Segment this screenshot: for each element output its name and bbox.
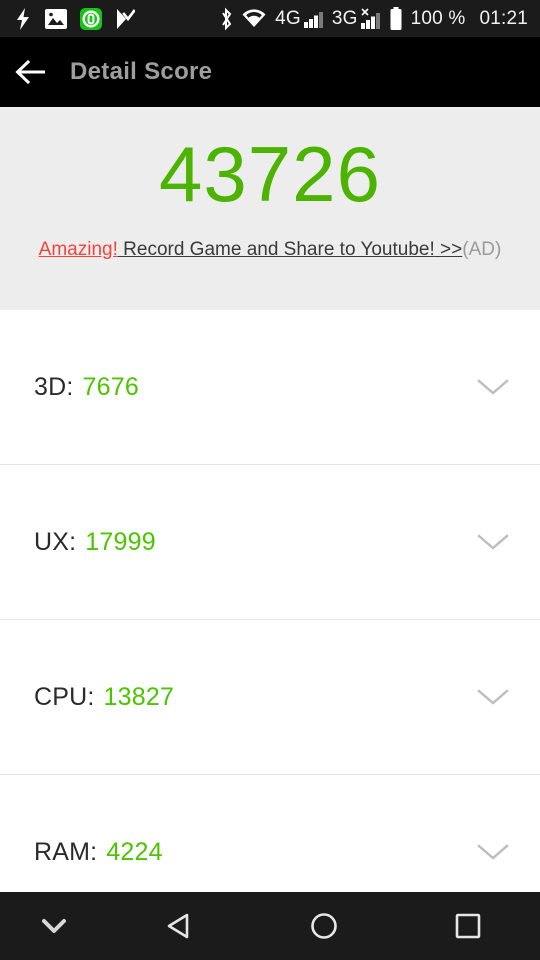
chevron-down-icon[interactable] bbox=[476, 687, 510, 707]
recents-button[interactable] bbox=[396, 892, 540, 960]
chevron-down-icon[interactable] bbox=[476, 842, 510, 862]
ad-hook-text[interactable]: Amazing! bbox=[39, 239, 118, 260]
clock-label: 01:21 bbox=[479, 7, 528, 29]
arrow-left-icon bbox=[15, 59, 45, 85]
score-row-3d[interactable]: 3D: 7676 bbox=[0, 310, 540, 465]
home-button[interactable] bbox=[252, 892, 396, 960]
score-row-value: 7676 bbox=[82, 372, 139, 401]
score-row-value: 17999 bbox=[85, 527, 156, 556]
app-bar: Detail Score bbox=[0, 37, 540, 107]
wifi-icon bbox=[241, 8, 267, 29]
status-bar: 4G 3G 100 % 01:21 bbox=[0, 0, 540, 37]
bluetooth-icon bbox=[219, 7, 233, 31]
score-row-label: RAM: bbox=[34, 837, 98, 866]
score-breakdown-list: 3D: 7676 UX: 17999 CPU: 13827 RAM: 4224 bbox=[0, 310, 540, 930]
square-icon bbox=[455, 913, 481, 939]
phone-screen: 4G 3G 100 % 01:21 Detail Score 43726 Ama… bbox=[0, 0, 540, 960]
circle-icon bbox=[311, 913, 337, 939]
signal-bars-4g-icon bbox=[303, 9, 324, 29]
score-row-value: 13827 bbox=[103, 682, 175, 711]
page-title: Detail Score bbox=[70, 58, 213, 85]
status-bar-notifications bbox=[14, 7, 135, 31]
triangle-left-icon bbox=[167, 913, 189, 939]
score-row-label: 3D: bbox=[34, 372, 74, 401]
back-button[interactable] bbox=[0, 37, 62, 107]
signal-bars-3g-icon bbox=[360, 7, 381, 30]
score-row-cpu[interactable]: CPU: 13827 bbox=[0, 620, 540, 775]
mobile-network-4g-icon: 4G bbox=[275, 7, 301, 29]
back-button[interactable] bbox=[108, 892, 252, 960]
hide-keyboard-button[interactable] bbox=[0, 892, 108, 960]
charging-bolt-icon bbox=[14, 7, 32, 31]
task-checkmark-icon bbox=[115, 8, 135, 30]
ad-banner[interactable]: Amazing! Record Game and Share to Youtub… bbox=[39, 239, 502, 261]
status-bar-system-icons: 4G 3G 100 % 01:21 bbox=[219, 6, 528, 31]
total-score-value: 43726 bbox=[159, 130, 381, 218]
gallery-image-icon bbox=[45, 8, 67, 30]
score-row-value: 4224 bbox=[106, 837, 163, 866]
chevron-down-icon bbox=[42, 919, 66, 933]
score-row-ux[interactable]: UX: 17999 bbox=[0, 465, 540, 620]
chevron-down-icon[interactable] bbox=[476, 377, 510, 397]
total-score-panel: 43726 Amazing! Record Game and Share to … bbox=[0, 107, 540, 310]
battery-percent-label: 100 % bbox=[410, 7, 466, 29]
score-row-label: UX: bbox=[34, 527, 77, 556]
battery-icon bbox=[389, 6, 403, 31]
ad-tag-label: (AD) bbox=[462, 239, 502, 260]
chevron-down-icon[interactable] bbox=[476, 532, 510, 552]
score-row-label: CPU: bbox=[34, 682, 95, 711]
android-navigation-bar bbox=[0, 892, 540, 960]
ad-arrows-text[interactable]: >> bbox=[435, 239, 462, 260]
mobile-network-3g-icon: 3G bbox=[331, 7, 358, 29]
ad-body-text[interactable]: Record Game and Share to Youtube! bbox=[118, 239, 435, 260]
antutu-app-icon bbox=[80, 7, 102, 30]
